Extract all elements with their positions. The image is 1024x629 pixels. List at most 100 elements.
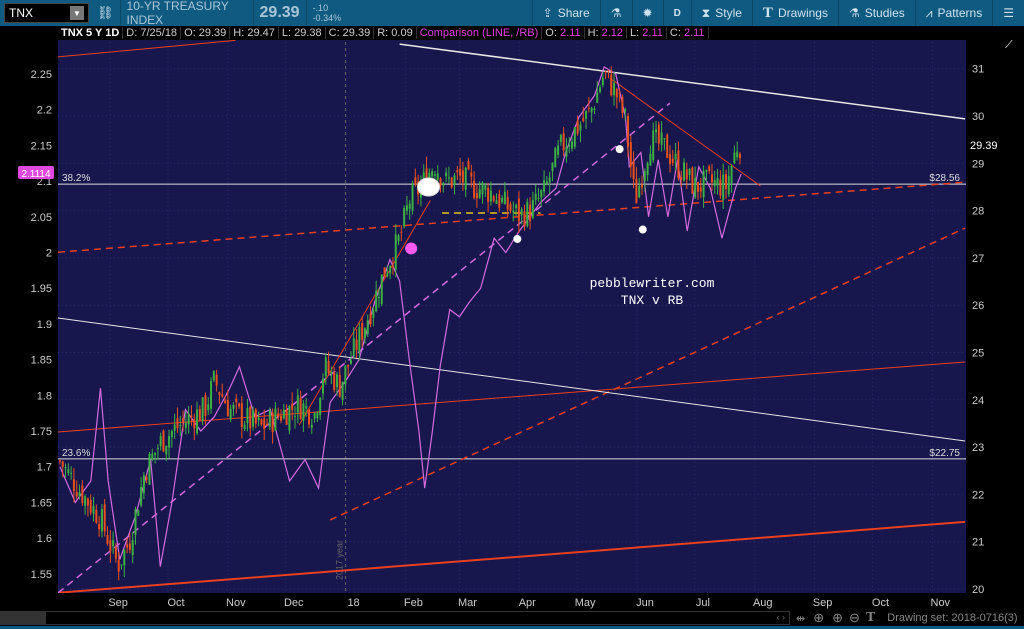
candle xyxy=(459,168,462,176)
candle xyxy=(78,492,81,497)
toolbar: TNX ▼ ⛓ 10-YR TREASURY INDEX 29.39 -.10 -… xyxy=(0,0,1024,27)
zoom-out-icon[interactable]: ⊖ xyxy=(849,610,860,626)
left-tick-label: 2.05 xyxy=(31,212,52,224)
candle xyxy=(98,524,101,530)
comparison-last-value: 2.1114 xyxy=(21,169,51,180)
candle xyxy=(652,130,655,161)
candle xyxy=(657,124,660,144)
candle xyxy=(389,266,392,274)
candle xyxy=(498,193,501,208)
candle xyxy=(204,395,207,416)
candle xyxy=(154,452,157,455)
candle xyxy=(355,339,358,351)
candle xyxy=(86,498,89,506)
candle xyxy=(218,392,221,396)
candle xyxy=(168,436,171,448)
zoom-in-icon[interactable]: ⊕ xyxy=(832,610,843,626)
candle xyxy=(321,378,324,394)
pan-icon[interactable]: ⇹ xyxy=(796,612,805,625)
x-tick-label: Nov xyxy=(226,597,246,609)
patterns-button[interactable]: ⩘ Patterns xyxy=(914,0,992,26)
candle xyxy=(727,175,730,195)
candle xyxy=(629,142,632,167)
candle xyxy=(391,265,394,267)
candle xyxy=(411,184,414,211)
studies-button[interactable]: ⚗ Studies xyxy=(837,0,915,26)
candle xyxy=(246,408,249,424)
candle xyxy=(655,129,658,133)
settings-button[interactable]: ✹ xyxy=(631,0,663,26)
candle xyxy=(243,424,246,430)
candle xyxy=(224,400,227,404)
candle xyxy=(72,479,75,492)
scrollbar-thumb[interactable] xyxy=(1,612,46,624)
candle xyxy=(529,204,532,222)
plot-area[interactable] xyxy=(58,40,966,593)
link-icon[interactable]: ⛓ xyxy=(97,5,114,21)
candle xyxy=(165,445,168,455)
candle xyxy=(92,505,95,514)
candles-icon: ⧗ xyxy=(701,5,711,20)
candle xyxy=(341,381,344,400)
candle xyxy=(403,207,406,227)
period-button[interactable]: D xyxy=(662,0,691,26)
drawing-set-label[interactable]: Drawing set: 2018-0716(3) xyxy=(887,612,1017,624)
drawings-button[interactable]: T Drawings xyxy=(751,0,838,26)
chevron-down-icon[interactable]: ▼ xyxy=(70,6,84,20)
candle xyxy=(162,430,165,452)
candle xyxy=(64,466,67,469)
candle xyxy=(377,297,380,299)
scale-toggle-icon[interactable]: ⟋ xyxy=(1005,40,1015,51)
style-button[interactable]: ⧗ Style xyxy=(690,0,752,26)
candle xyxy=(148,453,151,485)
left-tick-label: 1.9 xyxy=(37,319,52,331)
comp-high-value: 2.12 xyxy=(601,27,624,39)
candle xyxy=(358,327,361,352)
candle xyxy=(688,168,691,176)
candle xyxy=(596,92,599,103)
crosshair-icon[interactable]: ⊕ xyxy=(813,610,824,626)
comp-close: C: 2.11 xyxy=(667,27,709,39)
x-tick-label: Sep xyxy=(108,597,128,609)
candle xyxy=(313,413,316,419)
year-label: 2017 year xyxy=(335,540,345,580)
candle xyxy=(221,394,224,397)
candle xyxy=(638,185,641,198)
candle xyxy=(397,235,400,242)
candle xyxy=(702,171,705,198)
info-high: H: 29.47 xyxy=(230,27,279,39)
candle xyxy=(369,313,372,325)
candle xyxy=(123,549,126,566)
menu-button[interactable]: ☰ xyxy=(992,0,1024,26)
symbol-input[interactable]: TNX ▼ xyxy=(4,3,89,23)
candle xyxy=(478,189,481,198)
share-button[interactable]: ⇪ Share xyxy=(531,0,600,26)
text-tool-icon[interactable]: T xyxy=(866,610,875,626)
right-tick-label: 23 xyxy=(972,442,984,454)
candle xyxy=(447,177,450,179)
candle xyxy=(699,187,702,192)
scroll-arrows-icon[interactable]: ‹ › xyxy=(777,612,786,622)
candle xyxy=(319,398,322,416)
candle xyxy=(708,166,711,171)
x-tick-label: May xyxy=(575,597,596,609)
candle xyxy=(641,184,644,188)
right-tick-label: 27 xyxy=(972,253,984,265)
candle xyxy=(173,424,176,431)
price-chart[interactable]: 2017 year 38.2% $28.5623.6% $22.75 2.252.2… xyxy=(0,40,1024,610)
flask-button[interactable]: ⚗ xyxy=(599,0,632,26)
candle xyxy=(436,173,439,180)
candle xyxy=(453,175,456,186)
horizontal-scrollbar[interactable]: ‹ › xyxy=(0,611,790,625)
candle xyxy=(736,151,739,158)
candle xyxy=(240,403,243,428)
x-tick-label: Jun xyxy=(636,597,654,609)
candle xyxy=(100,509,103,532)
x-tick-label: Nov xyxy=(931,597,951,609)
candle xyxy=(291,403,294,410)
candle xyxy=(75,491,78,497)
candle xyxy=(338,374,341,397)
candle xyxy=(67,469,70,473)
candle xyxy=(103,504,106,532)
candle xyxy=(84,496,87,506)
